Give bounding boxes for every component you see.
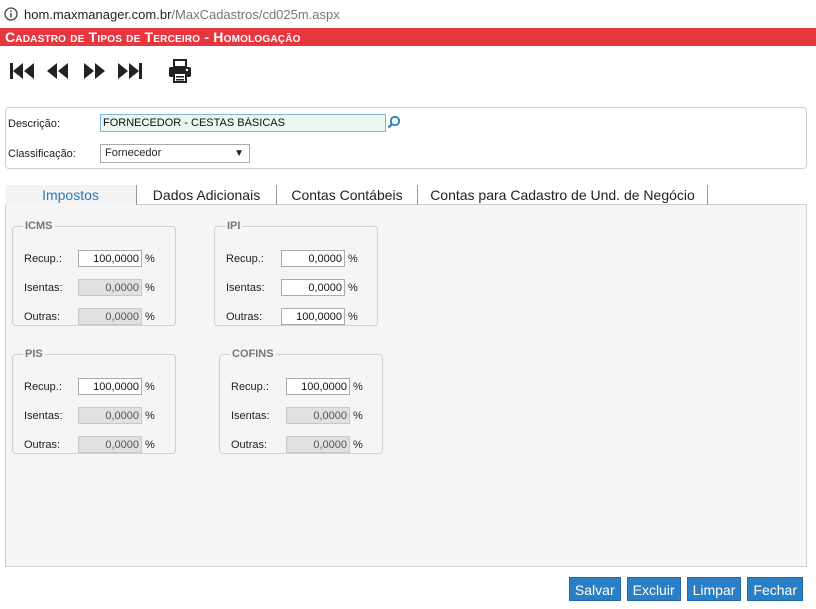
tab-bar: Impostos Dados Adicionais Contas Contábe… xyxy=(5,185,807,205)
header-form-panel: Descrição: Classificação: Fornecedor ▼ xyxy=(5,107,807,169)
cofins-recup-label: Recup.: xyxy=(231,381,269,393)
icms-recup-input[interactable] xyxy=(78,250,142,267)
dropdown-arrow-icon: ▼ xyxy=(234,148,244,159)
ipi-outras-input[interactable] xyxy=(281,308,345,325)
pis-group: PIS Recup.: % Isentas: % Outras: % xyxy=(12,348,176,454)
pis-isentas-label: Isentas: xyxy=(24,410,63,422)
ipi-isentas-label: Isentas: xyxy=(226,282,265,294)
next-record-icon xyxy=(84,63,105,79)
save-button[interactable]: Salvar xyxy=(568,577,621,601)
classificacao-select[interactable]: Fornecedor ▼ xyxy=(100,144,250,163)
record-navigation xyxy=(6,56,196,86)
classificacao-label: Classificação: xyxy=(8,148,76,160)
first-record-button[interactable] xyxy=(6,56,38,86)
impostos-panel: ICMS Recup.: % Isentas: % Outras: % IPI … xyxy=(5,205,807,567)
print-button[interactable] xyxy=(164,56,196,86)
cofins-outras-input xyxy=(286,436,350,453)
icms-isentas-pct: % xyxy=(145,282,155,294)
pis-recup-pct: % xyxy=(145,381,155,393)
pis-outras-label: Outras: xyxy=(24,439,61,451)
tab-contas-contabeis[interactable]: Contas Contábeis xyxy=(277,185,418,205)
action-buttons: Salvar Excluir Limpar Fechar xyxy=(568,577,803,601)
icms-title: ICMS xyxy=(25,220,53,232)
ipi-isentas-pct: % xyxy=(348,282,358,294)
ipi-outras-pct: % xyxy=(348,311,358,323)
icms-isentas-label: Isentas: xyxy=(24,282,63,294)
cofins-recup-pct: % xyxy=(353,381,363,393)
ipi-outras-label: Outras: xyxy=(226,311,263,323)
ipi-recup-pct: % xyxy=(348,253,358,265)
info-icon[interactable] xyxy=(4,7,18,21)
icms-group: ICMS Recup.: % Isentas: % Outras: % xyxy=(12,220,176,326)
clear-button[interactable]: Limpar xyxy=(686,577,742,601)
ipi-group: IPI Recup.: % Isentas: % Outras: % xyxy=(214,220,378,326)
last-record-button[interactable] xyxy=(114,56,146,86)
ipi-recup-label: Recup.: xyxy=(226,253,264,265)
url-host: hom.maxmanager.com.br xyxy=(24,6,172,22)
icms-outras-label: Outras: xyxy=(24,311,61,323)
search-icon[interactable] xyxy=(387,115,401,129)
cofins-recup-input[interactable] xyxy=(286,378,350,395)
last-record-icon xyxy=(118,63,142,79)
page-title: Cadastro de Tipos de Terceiro - Homologa… xyxy=(0,28,816,46)
cofins-isentas-input xyxy=(286,407,350,424)
icms-isentas-input xyxy=(78,279,142,296)
pis-isentas-pct: % xyxy=(145,410,155,422)
tab-dados-adicionais[interactable]: Dados Adicionais xyxy=(137,185,277,205)
next-record-button[interactable] xyxy=(78,56,110,86)
pis-title: PIS xyxy=(25,348,43,360)
ipi-recup-input[interactable] xyxy=(281,250,345,267)
printer-icon xyxy=(169,59,191,83)
cofins-group: COFINS Recup.: % Isentas: % Outras: % xyxy=(219,348,383,454)
tab-impostos[interactable]: Impostos xyxy=(5,185,137,205)
pis-recup-label: Recup.: xyxy=(24,381,62,393)
previous-record-icon xyxy=(47,63,68,79)
icms-outras-pct: % xyxy=(145,311,155,323)
cofins-isentas-label: Isentas: xyxy=(231,410,270,422)
cofins-isentas-pct: % xyxy=(353,410,363,422)
delete-button[interactable]: Excluir xyxy=(626,577,681,601)
pis-outras-pct: % xyxy=(145,439,155,451)
pis-recup-input[interactable] xyxy=(78,378,142,395)
url-path: /MaxCadastros/cd025m.aspx xyxy=(171,6,340,22)
icms-outras-input xyxy=(78,308,142,325)
address-bar[interactable]: hom.maxmanager.com.br/MaxCadastros/cd025… xyxy=(0,0,816,28)
ipi-isentas-input[interactable] xyxy=(281,279,345,296)
classificacao-selected-value: Fornecedor xyxy=(105,147,162,159)
first-record-icon xyxy=(10,63,34,79)
close-button[interactable]: Fechar xyxy=(747,577,803,601)
pis-outras-input xyxy=(78,436,142,453)
tab-contas-und-negocio[interactable]: Contas para Cadastro de Und. de Negócio xyxy=(418,185,708,205)
cofins-outras-pct: % xyxy=(353,439,363,451)
cofins-title: COFINS xyxy=(232,348,274,360)
cofins-outras-label: Outras: xyxy=(231,439,268,451)
icms-recup-label: Recup.: xyxy=(24,253,62,265)
descricao-label: Descrição: xyxy=(8,118,60,130)
ipi-title: IPI xyxy=(227,220,241,232)
descricao-input[interactable] xyxy=(100,114,386,132)
previous-record-button[interactable] xyxy=(42,56,74,86)
icms-recup-pct: % xyxy=(145,253,155,265)
pis-isentas-input xyxy=(78,407,142,424)
